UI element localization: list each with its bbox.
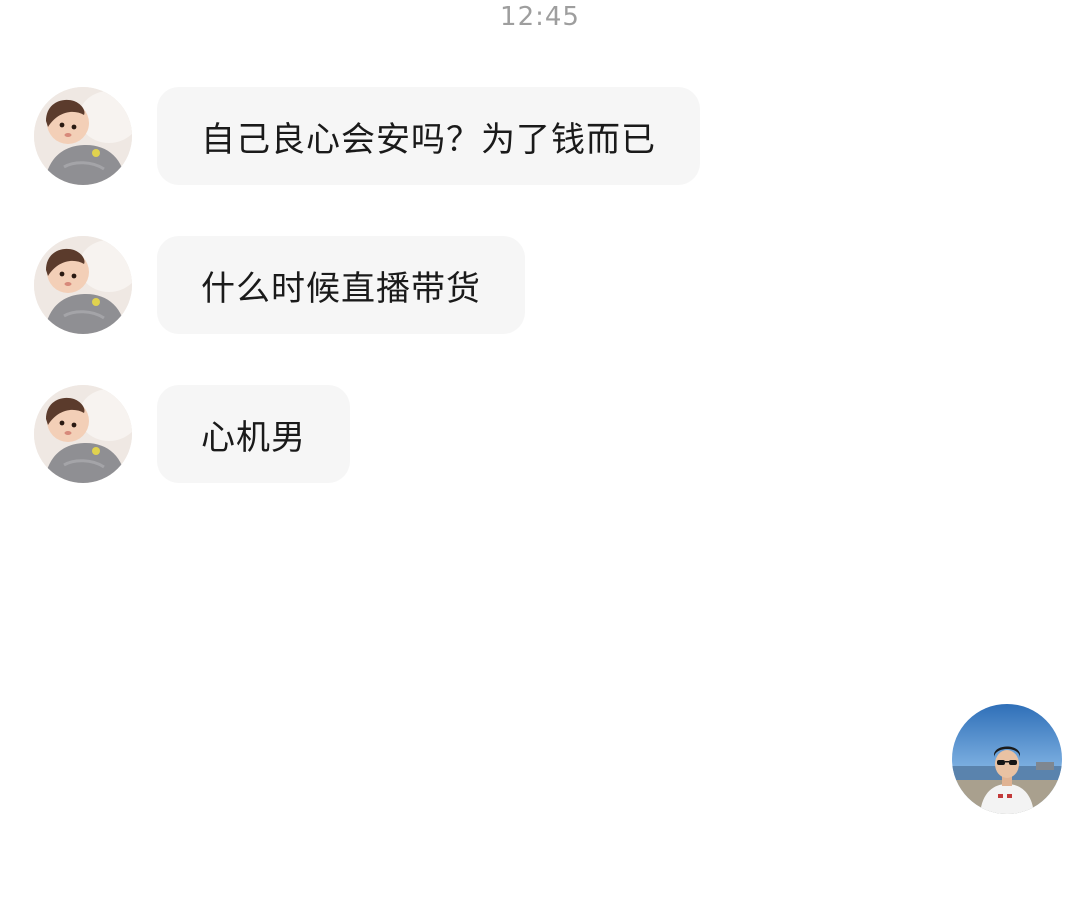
message-text: 自己良心会安吗？为了钱而已 <box>201 119 656 160</box>
contact-avatar[interactable] <box>34 236 132 334</box>
baby-photo-icon <box>34 385 132 483</box>
message-timestamp: 12:45 <box>500 2 580 32</box>
message-bubble[interactable]: 自己良心会安吗？为了钱而已 <box>157 87 700 185</box>
contact-avatar[interactable] <box>34 87 132 185</box>
message-text: 什么时候直播带货 <box>201 268 481 309</box>
contact-avatar[interactable] <box>34 385 132 483</box>
self-avatar[interactable] <box>952 704 1062 814</box>
baby-photo-icon <box>34 236 132 334</box>
beach-photo-icon <box>952 704 1062 814</box>
message-text: 心机男 <box>201 417 306 458</box>
message-bubble[interactable]: 什么时候直播带货 <box>157 236 525 334</box>
baby-photo-icon <box>34 87 132 185</box>
message-bubble[interactable]: 心机男 <box>157 385 350 483</box>
